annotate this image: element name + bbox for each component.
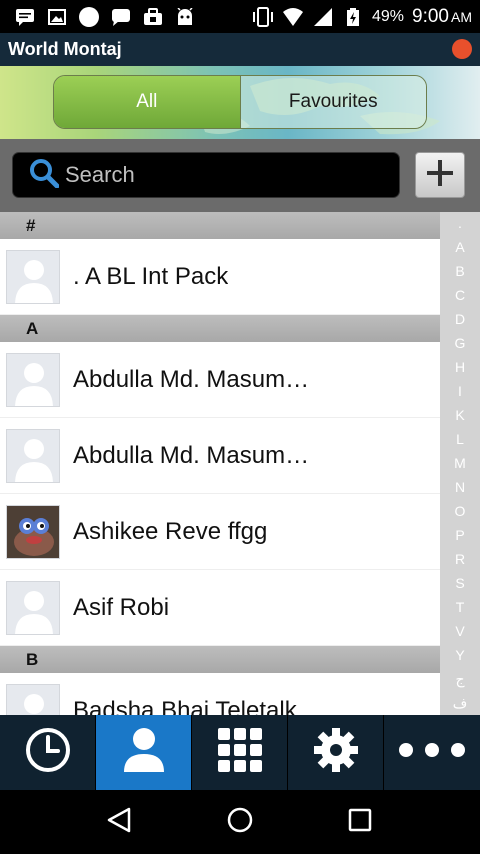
index-letter[interactable]: S: [440, 575, 480, 591]
more-icon: [396, 740, 468, 765]
nav-contacts[interactable]: [96, 715, 192, 790]
add-contact-button[interactable]: [415, 152, 465, 198]
index-letter[interactable]: V: [440, 623, 480, 639]
search-icon: [29, 158, 60, 193]
section-header-b: B: [0, 646, 440, 673]
wifi-icon: [282, 7, 304, 27]
contact-name: . A BL Int Pack: [73, 262, 229, 290]
nav-history[interactable]: [0, 715, 96, 790]
index-letter[interactable]: ف: [440, 695, 480, 712]
contact-list[interactable]: # . A BL Int Pack A Abdulla Md. Masum… A…: [0, 212, 440, 715]
battery-charging-icon: [342, 7, 364, 27]
circle-icon: [78, 6, 100, 27]
index-letter[interactable]: .: [440, 215, 480, 231]
dialpad-icon: [216, 726, 264, 779]
recents-icon[interactable]: [345, 805, 375, 840]
search-input[interactable]: [65, 162, 385, 188]
default-avatar-icon: [6, 683, 60, 715]
contact-photo: [6, 504, 60, 559]
search-row: [0, 139, 480, 212]
battery-percent: 49%: [371, 7, 405, 25]
contact-row[interactable]: Ashikee Reve ffgg: [0, 494, 440, 570]
default-avatar-icon: [6, 352, 60, 407]
index-letter[interactable]: M: [440, 455, 480, 471]
clock-ampm: AM: [451, 8, 472, 25]
contact-row[interactable]: . A BL Int Pack: [0, 239, 440, 315]
contact-name: Abdulla Md. Masum…: [73, 441, 310, 469]
index-letter[interactable]: B: [440, 263, 480, 279]
nav-dialpad[interactable]: [192, 715, 288, 790]
bottom-nav: [0, 715, 480, 790]
default-avatar-icon: [6, 428, 60, 483]
status-bar: 49% 9:00 AM: [0, 0, 480, 33]
index-letter[interactable]: C: [440, 287, 480, 303]
contact-name: Abdulla Md. Masum…: [73, 365, 310, 393]
index-letter[interactable]: K: [440, 407, 480, 423]
index-letter[interactable]: Y: [440, 647, 480, 663]
section-header-hash: #: [0, 212, 440, 239]
home-icon[interactable]: [225, 805, 255, 840]
default-avatar-icon: [6, 580, 60, 635]
app-title: World Montaj: [8, 39, 122, 59]
search-box: [12, 152, 400, 198]
contact-row[interactable]: Abdulla Md. Masum…: [0, 418, 440, 494]
close-button[interactable]: [452, 39, 472, 59]
tab-all[interactable]: All: [54, 76, 241, 128]
index-letter[interactable]: L: [440, 431, 480, 447]
clock-time: 9:00: [412, 5, 449, 27]
nav-more[interactable]: [384, 715, 480, 790]
app-screen: 49% 9:00 AM World Montaj All Favourites: [0, 0, 480, 854]
chat-icon: [14, 7, 36, 27]
index-letter[interactable]: I: [440, 383, 480, 399]
index-letter[interactable]: H: [440, 359, 480, 375]
section-header-a: A: [0, 315, 440, 342]
index-letter[interactable]: R: [440, 551, 480, 567]
nav-settings[interactable]: [288, 715, 384, 790]
contacts-icon: [122, 726, 166, 779]
filter-tabs: All Favourites: [53, 75, 427, 129]
contact-name: Badsha Bhai Teletalk: [73, 696, 297, 716]
history-icon: [24, 726, 72, 779]
system-nav-bar: [0, 790, 480, 854]
index-letter[interactable]: T: [440, 599, 480, 615]
contact-row[interactable]: Asif Robi: [0, 570, 440, 646]
signal-icon: [312, 7, 334, 27]
contact-name: Asif Robi: [73, 593, 170, 621]
index-letter[interactable]: G: [440, 335, 480, 351]
default-avatar-icon: [6, 249, 60, 304]
index-letter[interactable]: A: [440, 239, 480, 255]
vibrate-icon: [252, 6, 274, 27]
title-bar: World Montaj: [0, 33, 480, 66]
back-icon[interactable]: [105, 805, 135, 840]
contact-row[interactable]: Abdulla Md. Masum…: [0, 342, 440, 418]
contact-name: Ashikee Reve ffgg: [73, 517, 268, 545]
index-letter[interactable]: O: [440, 503, 480, 519]
plus-icon: [425, 158, 455, 193]
index-letter[interactable]: N: [440, 479, 480, 495]
tab-favourites[interactable]: Favourites: [240, 76, 426, 128]
settings-icon: [312, 726, 360, 779]
alphabet-index[interactable]: . ABCDGHIKLMNOPRSTVYجف: [440, 212, 480, 715]
index-letter[interactable]: P: [440, 527, 480, 543]
contact-row[interactable]: Badsha Bhai Teletalk: [0, 673, 440, 715]
filter-banner: All Favourites: [0, 66, 480, 139]
android-icon: [174, 7, 196, 27]
bag-icon: [142, 7, 164, 27]
index-letter[interactable]: D: [440, 311, 480, 327]
index-letter[interactable]: ج: [440, 671, 480, 688]
message-icon: [110, 7, 132, 27]
image-icon: [46, 7, 68, 27]
